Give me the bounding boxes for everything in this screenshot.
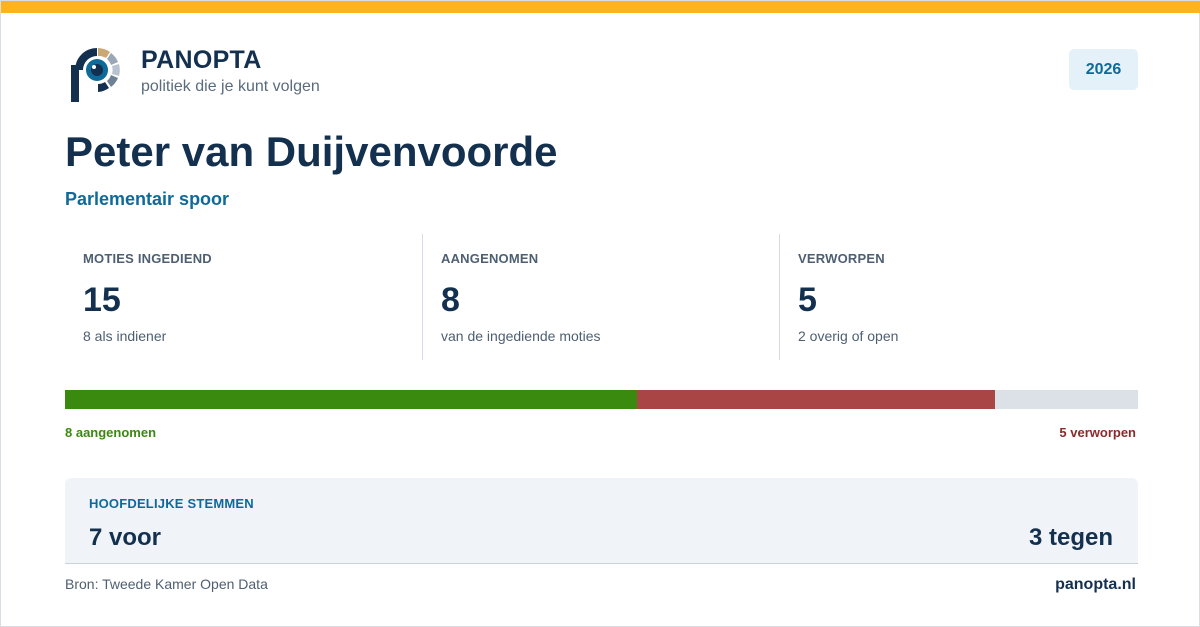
rejected-segment: [637, 390, 995, 409]
votes-against: 3 tegen: [1028, 524, 1113, 551]
stat-verworpen: VERWORPEN 5 2 overig of open: [779, 234, 1138, 360]
votes-for: 7 voor: [89, 524, 162, 551]
motion-outcome-bar: [65, 390, 1138, 409]
stat-value: 8: [441, 281, 460, 319]
site-link[interactable]: panopta.nl: [1055, 576, 1136, 594]
stat-label: MOTIES INGEDIEND: [83, 251, 212, 266]
stat-label: VERWORPEN: [798, 251, 885, 266]
stat-value: 15: [83, 281, 121, 319]
accepted-label: 8 aangenomen: [65, 425, 157, 440]
page-subtitle: Parlementair spoor: [65, 189, 230, 209]
roll-call-votes-panel: HOOFDELIJKE STEMMEN 7 voor 3 tegen: [65, 478, 1138, 564]
stat-moties-ingediend: MOTIES INGEDIEND 15 8 als indiener: [65, 234, 422, 360]
panopta-eye-logo-icon: [67, 43, 127, 105]
accepted-segment: [65, 390, 638, 409]
stat-note: 8 als indiener: [83, 328, 167, 344]
brand-name: PANOPTA: [141, 46, 262, 74]
rejected-label: 5 verworpen: [1059, 425, 1136, 440]
stat-value: 5: [798, 281, 817, 319]
year-badge: 2026: [1069, 49, 1138, 90]
accent-top-bar: [1, 1, 1200, 13]
source-note: Bron: Tweede Kamer Open Data: [65, 576, 268, 592]
votes-title: HOOFDELIJKE STEMMEN: [89, 496, 254, 511]
page-title: Peter van Duijvenvoorde: [65, 128, 558, 175]
stat-aangenomen: AANGENOMEN 8 van de ingediende moties: [422, 234, 779, 360]
stat-label: AANGENOMEN: [441, 251, 539, 266]
remaining-segment: [994, 390, 1138, 409]
share-card: PANOPTA politiek die je kunt volgen 2026…: [0, 0, 1200, 627]
stat-note: van de ingediende moties: [441, 328, 601, 344]
brand-tagline: politiek die je kunt volgen: [141, 78, 320, 95]
stat-note: 2 overig of open: [798, 328, 899, 344]
